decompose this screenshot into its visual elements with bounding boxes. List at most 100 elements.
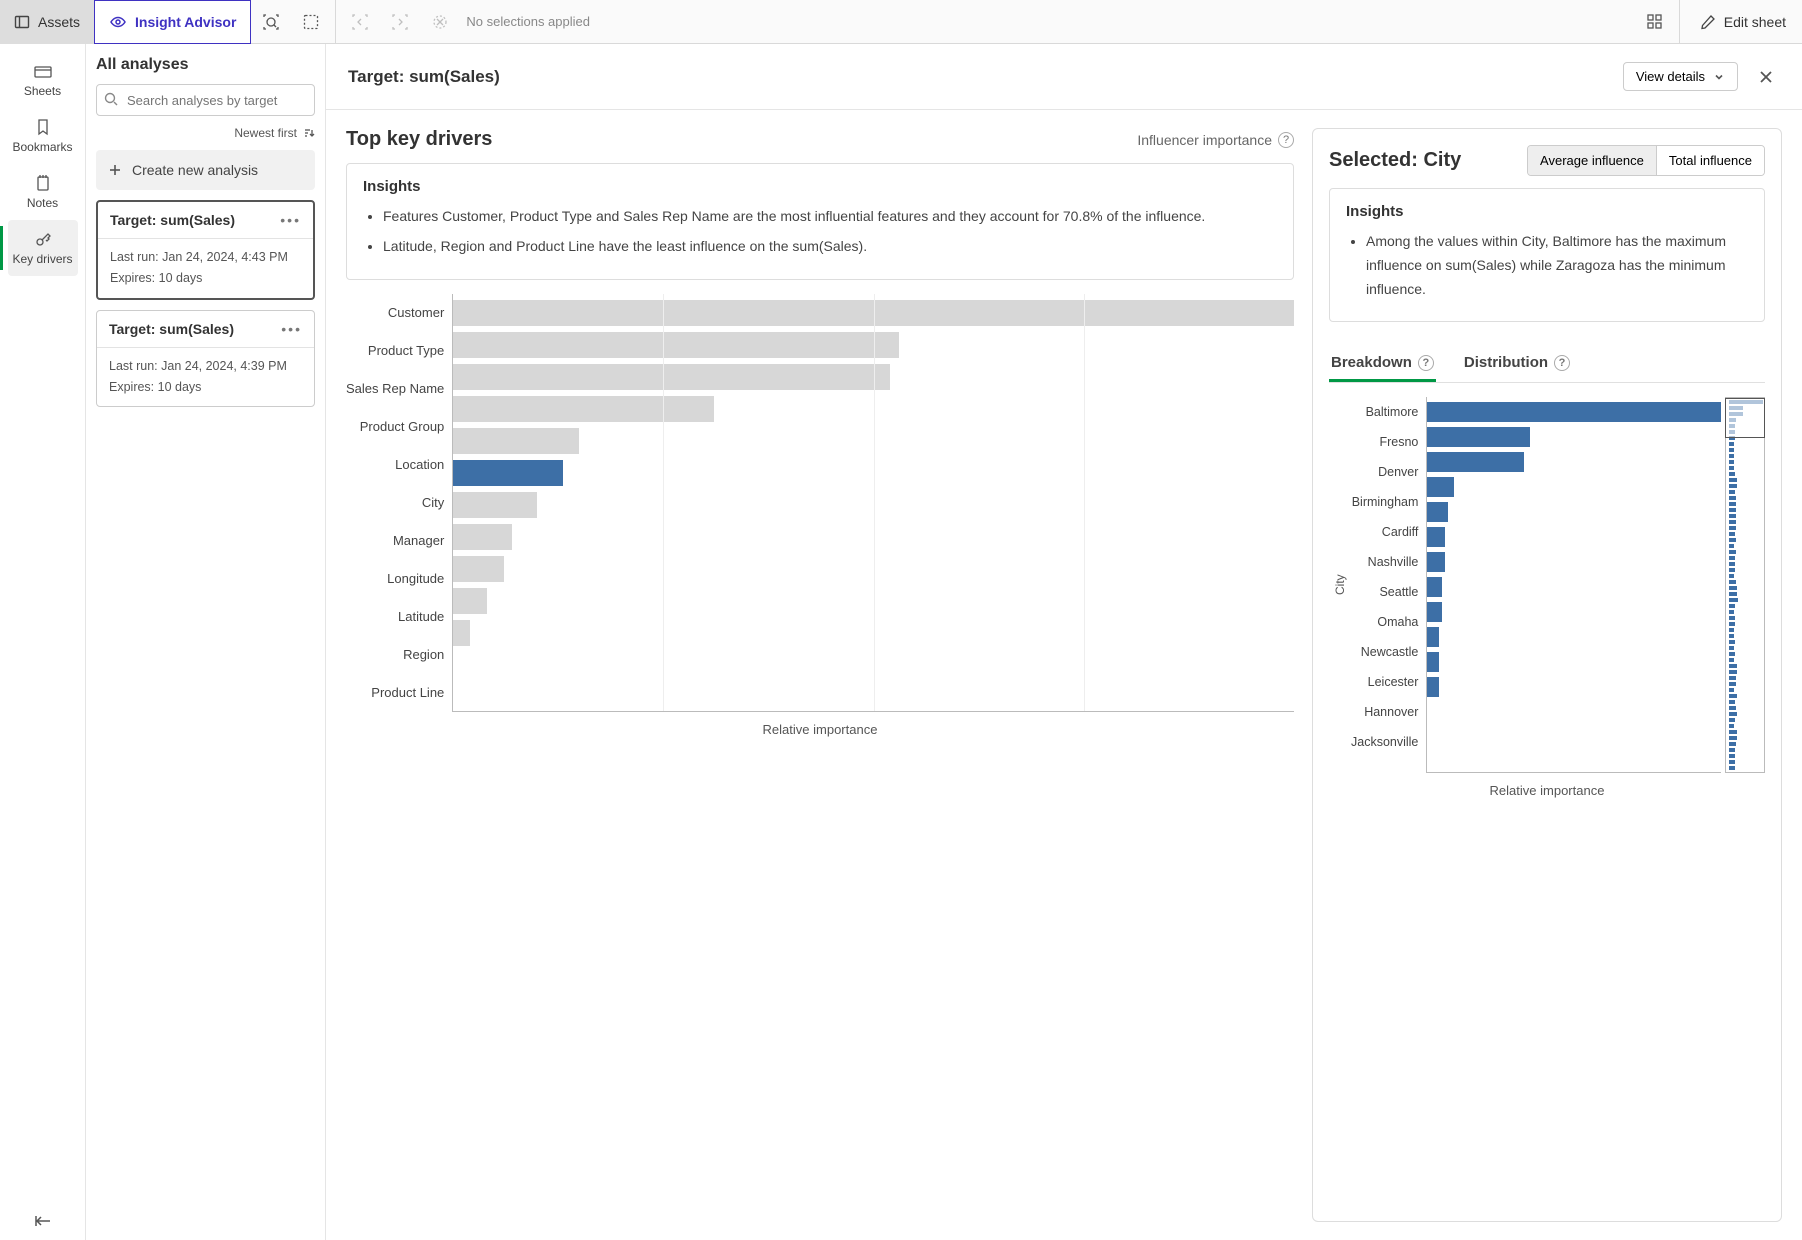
chart-bar[interactable]: [1427, 552, 1445, 572]
bookmark-icon: [36, 118, 50, 136]
chart-bar[interactable]: [453, 556, 503, 582]
chart-category-label: City: [346, 484, 444, 522]
edit-sheet-label: Edit sheet: [1724, 14, 1786, 30]
rail-sheets[interactable]: Sheets: [8, 54, 78, 108]
analyses-panel: All analyses Newest first Create new ana…: [86, 44, 326, 1240]
smart-select-icon[interactable]: [251, 0, 291, 44]
assets-label: Assets: [38, 14, 80, 30]
avg-influence-toggle[interactable]: Average influence: [1528, 146, 1656, 175]
collapse-rail-button[interactable]: [22, 1202, 64, 1240]
rail-key-drivers[interactable]: Key drivers: [8, 220, 78, 276]
main-target-title: Target: sum(Sales): [348, 67, 500, 87]
sort-control[interactable]: Newest first: [96, 126, 315, 140]
analysis-card[interactable]: Target: sum(Sales) ••• Last run: Jan 24,…: [96, 200, 315, 300]
chart-bar[interactable]: [453, 460, 562, 486]
panel-left-icon: [14, 14, 30, 30]
insight-item: Features Customer, Product Type and Sale…: [383, 205, 1277, 229]
chart-bar[interactable]: [453, 588, 487, 614]
chart-bar[interactable]: [453, 332, 899, 358]
chart-bar[interactable]: [453, 492, 537, 518]
chart-category-label: Jacksonville: [1351, 727, 1418, 757]
top-key-drivers-title: Top key drivers: [346, 128, 492, 151]
chart-bar[interactable]: [1427, 427, 1530, 447]
chart-bar[interactable]: [1427, 627, 1439, 647]
chart-category-label: Product Type: [346, 332, 444, 370]
insights-title: Insights: [363, 178, 1277, 195]
view-details-button[interactable]: View details: [1623, 62, 1738, 91]
chart-bar[interactable]: [453, 620, 470, 646]
rail-key-drivers-label: Key drivers: [12, 252, 72, 266]
tab-distribution[interactable]: Distribution ?: [1462, 346, 1572, 382]
main-header: Target: sum(Sales) View details: [326, 44, 1802, 110]
chart-bar[interactable]: [453, 396, 714, 422]
chart-category-label: Product Group: [346, 408, 444, 446]
chart-category-label: Leicester: [1351, 667, 1418, 697]
analysis-card-title: Target: sum(Sales): [109, 321, 234, 337]
insights-box: Insights Features Customer, Product Type…: [346, 163, 1294, 280]
chart-bar[interactable]: [1427, 402, 1721, 422]
chart-bar[interactable]: [1427, 577, 1442, 597]
chart-category-label: Baltimore: [1351, 397, 1418, 427]
chart-bar[interactable]: [1427, 677, 1439, 697]
chart-category-label: Region: [346, 636, 444, 674]
search-icon: [104, 92, 118, 106]
chart-category-label: Newcastle: [1351, 637, 1418, 667]
chart-bar[interactable]: [1427, 452, 1524, 472]
sort-label: Newest first: [234, 126, 297, 140]
analysis-card-title: Target: sum(Sales): [110, 212, 235, 228]
collapse-icon: [34, 1214, 52, 1228]
chart-minimap[interactable]: [1725, 397, 1765, 773]
topbar: Assets Insight Advisor No selections app…: [0, 0, 1802, 44]
chevron-down-icon: [1713, 71, 1725, 83]
help-icon[interactable]: ?: [1418, 355, 1434, 371]
chart-bar[interactable]: [1427, 502, 1448, 522]
help-icon[interactable]: ?: [1278, 132, 1294, 148]
insight-advisor-button[interactable]: Insight Advisor: [94, 0, 251, 44]
analysis-expires: Expires: 10 days: [109, 377, 302, 398]
sheets-icon: [33, 64, 53, 80]
sort-icon: [303, 127, 315, 139]
card-more-icon[interactable]: •••: [280, 212, 301, 228]
chart-category-label: Hannover: [1351, 697, 1418, 727]
lasso-select-icon[interactable]: [291, 0, 331, 44]
analyses-title: All analyses: [96, 56, 315, 74]
pencil-icon: [1700, 14, 1716, 30]
tab-breakdown[interactable]: Breakdown ?: [1329, 346, 1436, 382]
divider: [1679, 0, 1680, 44]
chart-category-label: Product Line: [346, 674, 444, 712]
assets-button[interactable]: Assets: [0, 0, 94, 44]
analysis-last-run: Last run: Jan 24, 2024, 4:43 PM: [110, 247, 301, 268]
card-more-icon[interactable]: •••: [281, 321, 302, 337]
analysis-card[interactable]: Target: sum(Sales) ••• Last run: Jan 24,…: [96, 310, 315, 408]
chart-category-label: Longitude: [346, 560, 444, 598]
total-influence-toggle[interactable]: Total influence: [1656, 146, 1764, 175]
chart-bar[interactable]: [1427, 652, 1439, 672]
chart-category-label: Omaha: [1351, 607, 1418, 637]
chart-bar[interactable]: [453, 428, 579, 454]
chart-category-label: Latitude: [346, 598, 444, 636]
close-icon[interactable]: [1752, 63, 1780, 91]
y-axis-label: City: [1329, 397, 1351, 773]
chart-bar[interactable]: [453, 524, 512, 550]
divider: [335, 0, 336, 44]
edit-sheet-button[interactable]: Edit sheet: [1684, 0, 1802, 44]
rail-notes[interactable]: Notes: [8, 164, 78, 220]
grid-view-icon[interactable]: [1635, 0, 1675, 44]
rail-notes-label: Notes: [27, 196, 58, 210]
chart-bar[interactable]: [1427, 527, 1445, 547]
search-input[interactable]: [96, 84, 315, 116]
top-key-drivers-panel: Top key drivers Influencer importance ? …: [346, 128, 1294, 1222]
create-analysis-button[interactable]: Create new analysis: [96, 150, 315, 190]
chart-category-label: Birmingham: [1351, 487, 1418, 517]
rail-sheets-label: Sheets: [24, 84, 61, 98]
chart-category-label: Seattle: [1351, 577, 1418, 607]
chart-bar[interactable]: [1427, 602, 1442, 622]
chart-category-label: Nashville: [1351, 547, 1418, 577]
rail-bookmarks[interactable]: Bookmarks: [8, 108, 78, 164]
influencer-importance-label: Influencer importance: [1137, 132, 1272, 148]
chart-bar[interactable]: [453, 364, 890, 390]
chart-bar[interactable]: [1427, 477, 1453, 497]
chart-category-label: Manager: [346, 522, 444, 560]
help-icon[interactable]: ?: [1554, 355, 1570, 371]
insight-eye-icon: [109, 13, 127, 31]
